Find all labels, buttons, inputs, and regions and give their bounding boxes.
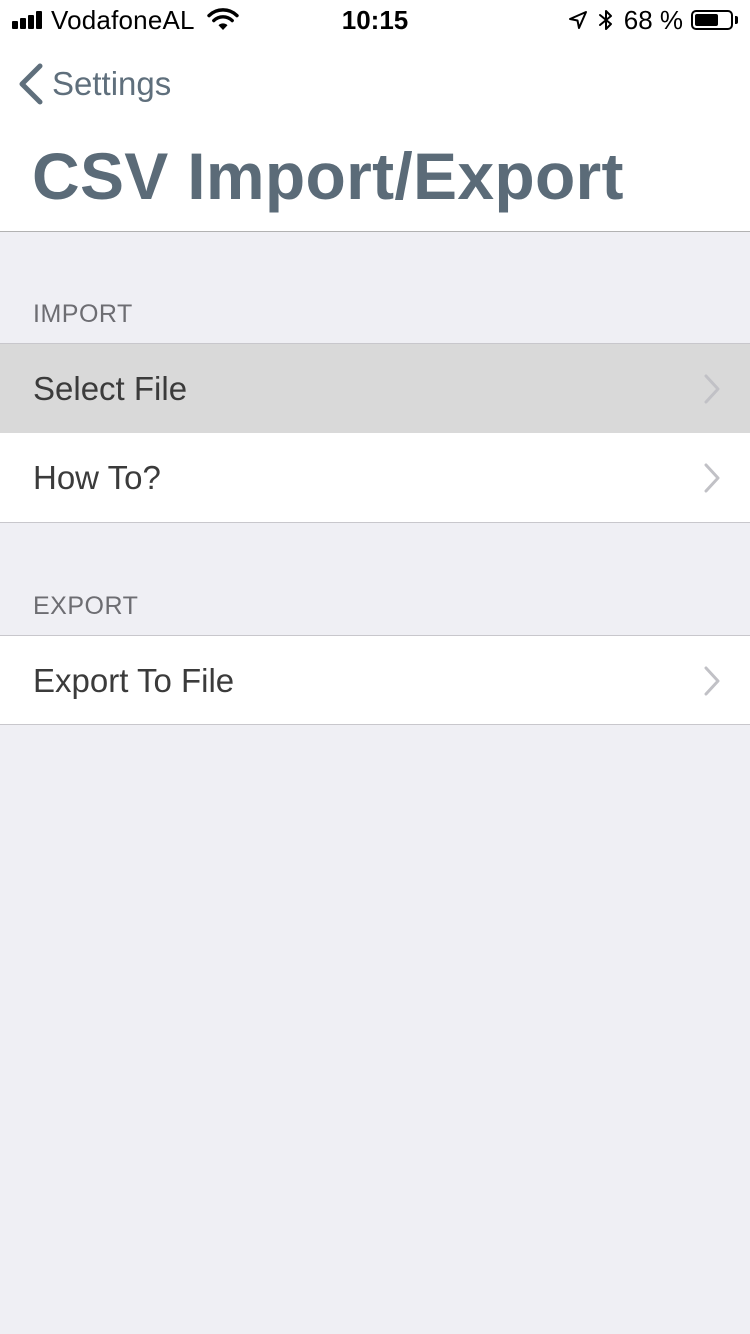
row-label: Select File [33,370,188,407]
row-select-file[interactable]: Select File [0,344,750,433]
row-how-to[interactable]: How To? [0,433,750,522]
section-header-export: EXPORT [33,592,139,620]
battery-icon [691,10,733,30]
row-export-to-file[interactable]: Export To File [0,636,750,725]
row-label: How To? [33,459,161,496]
status-bar: VodafoneAL 10:15 68 % [0,0,750,40]
chevron-right-icon [704,374,720,404]
back-label: Settings [52,65,172,102]
section-header-import: IMPORT [33,300,133,328]
battery-percent: 68 % [623,4,683,35]
status-right: 68 % [568,0,738,40]
back-button[interactable]: Settings [16,60,171,108]
chevron-right-icon [704,463,720,493]
battery-level [695,14,718,26]
chevron-right-icon [704,666,720,696]
row-label: Export To File [33,662,235,699]
page-title: CSV Import/Export [32,139,624,213]
divider [0,522,750,523]
divider [0,724,750,725]
chevron-left-icon [19,63,43,105]
battery-tip [735,16,738,24]
bluetooth-icon [598,10,612,30]
location-arrow-icon [568,11,587,29]
navigation-bar: Settings CSV Import/Export [0,40,750,232]
